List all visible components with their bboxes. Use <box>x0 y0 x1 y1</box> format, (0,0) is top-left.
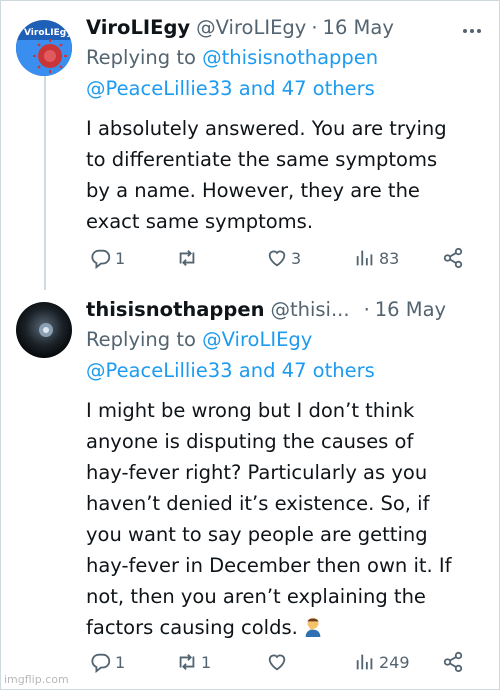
views-count: 249 <box>379 652 410 672</box>
handle[interactable]: @ViroLIEgy <box>196 14 306 42</box>
more-dots-icon[interactable] <box>462 18 482 39</box>
share-icon <box>443 247 463 269</box>
reply-button[interactable]: 1 <box>90 244 125 272</box>
replying-others-line: @PeaceLillie33 and 47 others <box>86 355 486 386</box>
tweet-text-line: I absolutely answered. You are trying <box>86 117 447 140</box>
views-chart-icon <box>356 250 373 266</box>
retweet-button[interactable]: 1 <box>176 648 211 676</box>
action-bar: 1 3 83 <box>86 244 486 272</box>
retweet-icon <box>179 250 195 266</box>
separator-dot: · <box>311 16 318 39</box>
tweet-text-line-last: factors causing colds. <box>86 612 486 643</box>
tweet-text-line: anyone is disputing the causes of <box>86 430 414 453</box>
reply-icon <box>91 249 111 269</box>
share-button[interactable] <box>442 244 464 272</box>
retweet-icon <box>179 654 195 670</box>
reply-button[interactable]: 1 <box>90 648 125 676</box>
replying-to-line: Replying to @ViroLIEgy <box>86 324 486 355</box>
avatar[interactable]: ViroLIEgy <box>16 20 72 76</box>
reply-count: 1 <box>115 652 126 672</box>
tweet-text-line: I might be wrong but I don’t think <box>86 399 415 422</box>
share-icon <box>443 651 463 673</box>
action-bar: 1 1 249 <box>86 648 486 676</box>
tweet-text-line: to differentiate the same symptoms <box>86 148 438 171</box>
dark-avatar-image <box>16 302 72 358</box>
replying-prefix: Replying to <box>86 328 196 351</box>
tweet-text-line: hay-fever right? Particularly as you <box>86 461 428 484</box>
views-button[interactable]: 249 <box>354 648 410 676</box>
reply-icon <box>91 653 111 673</box>
heart-icon <box>268 654 286 671</box>
tweet-text-line: haven’t denied it’s existence. So, if <box>86 492 430 515</box>
replying-to-line: Replying to @thisisnothappen <box>86 42 486 73</box>
thread-connector-line <box>44 70 46 290</box>
tweet-text-line: hay-fever in December then own it. If <box>86 554 452 577</box>
tweet-date[interactable]: 16 May <box>323 14 394 42</box>
mention-others-link[interactable]: @PeaceLillie33 and 47 others <box>86 77 375 100</box>
heart-icon <box>268 250 286 267</box>
like-button[interactable] <box>266 648 291 676</box>
tweet-text-line: exact same symptoms. <box>86 210 314 233</box>
tweet-text: I might be wrong but I don’t think anyon… <box>86 395 486 643</box>
watermark: imgflip.com <box>4 673 69 686</box>
person-facepalming-emoji <box>305 617 321 637</box>
virus-avatar-image: ViroLIEgy <box>16 20 72 76</box>
display-name[interactable]: ViroLIEgy <box>86 14 190 42</box>
retweet-count: 1 <box>201 652 212 672</box>
tweet-date[interactable]: 16 May <box>375 296 446 324</box>
handle[interactable]: @thisi... <box>270 296 349 324</box>
views-button[interactable]: 83 <box>354 244 399 272</box>
like-button[interactable]: 3 <box>266 244 301 272</box>
reply-count: 1 <box>115 248 126 268</box>
mention-link[interactable]: @ViroLIEgy <box>202 328 312 351</box>
tweet-text-line: you want to say people are getting <box>86 523 428 546</box>
separator-dot: · <box>363 298 370 321</box>
tweet-header: thisisnothappen @thisi... · 16 May <box>86 296 486 324</box>
mention-link[interactable]: @thisisnothappen <box>202 46 378 69</box>
tweet-text-line: factors causing colds. <box>86 616 298 639</box>
replying-others-line: @PeaceLillie33 and 47 others <box>86 73 486 104</box>
share-button[interactable] <box>442 648 464 676</box>
display-name[interactable]: thisisnothappen <box>86 296 264 324</box>
avatar-label: ViroLIEgy <box>24 28 72 38</box>
retweet-button[interactable] <box>176 244 201 272</box>
tweet-header: ViroLIEgy @ViroLIEgy · 16 May <box>86 14 486 42</box>
mention-others-link[interactable]: @PeaceLillie33 and 47 others <box>86 359 375 382</box>
like-count: 3 <box>291 248 302 268</box>
tweet-text-line: by a name. However, they are the <box>86 179 420 202</box>
replying-prefix: Replying to <box>86 46 196 69</box>
tweet-text: I absolutely answered. You are trying to… <box>86 113 486 237</box>
views-count: 83 <box>379 248 400 268</box>
tweet-text-line: not, then you aren’t explaining the <box>86 585 426 608</box>
views-chart-icon <box>356 654 373 670</box>
avatar[interactable] <box>16 302 72 358</box>
